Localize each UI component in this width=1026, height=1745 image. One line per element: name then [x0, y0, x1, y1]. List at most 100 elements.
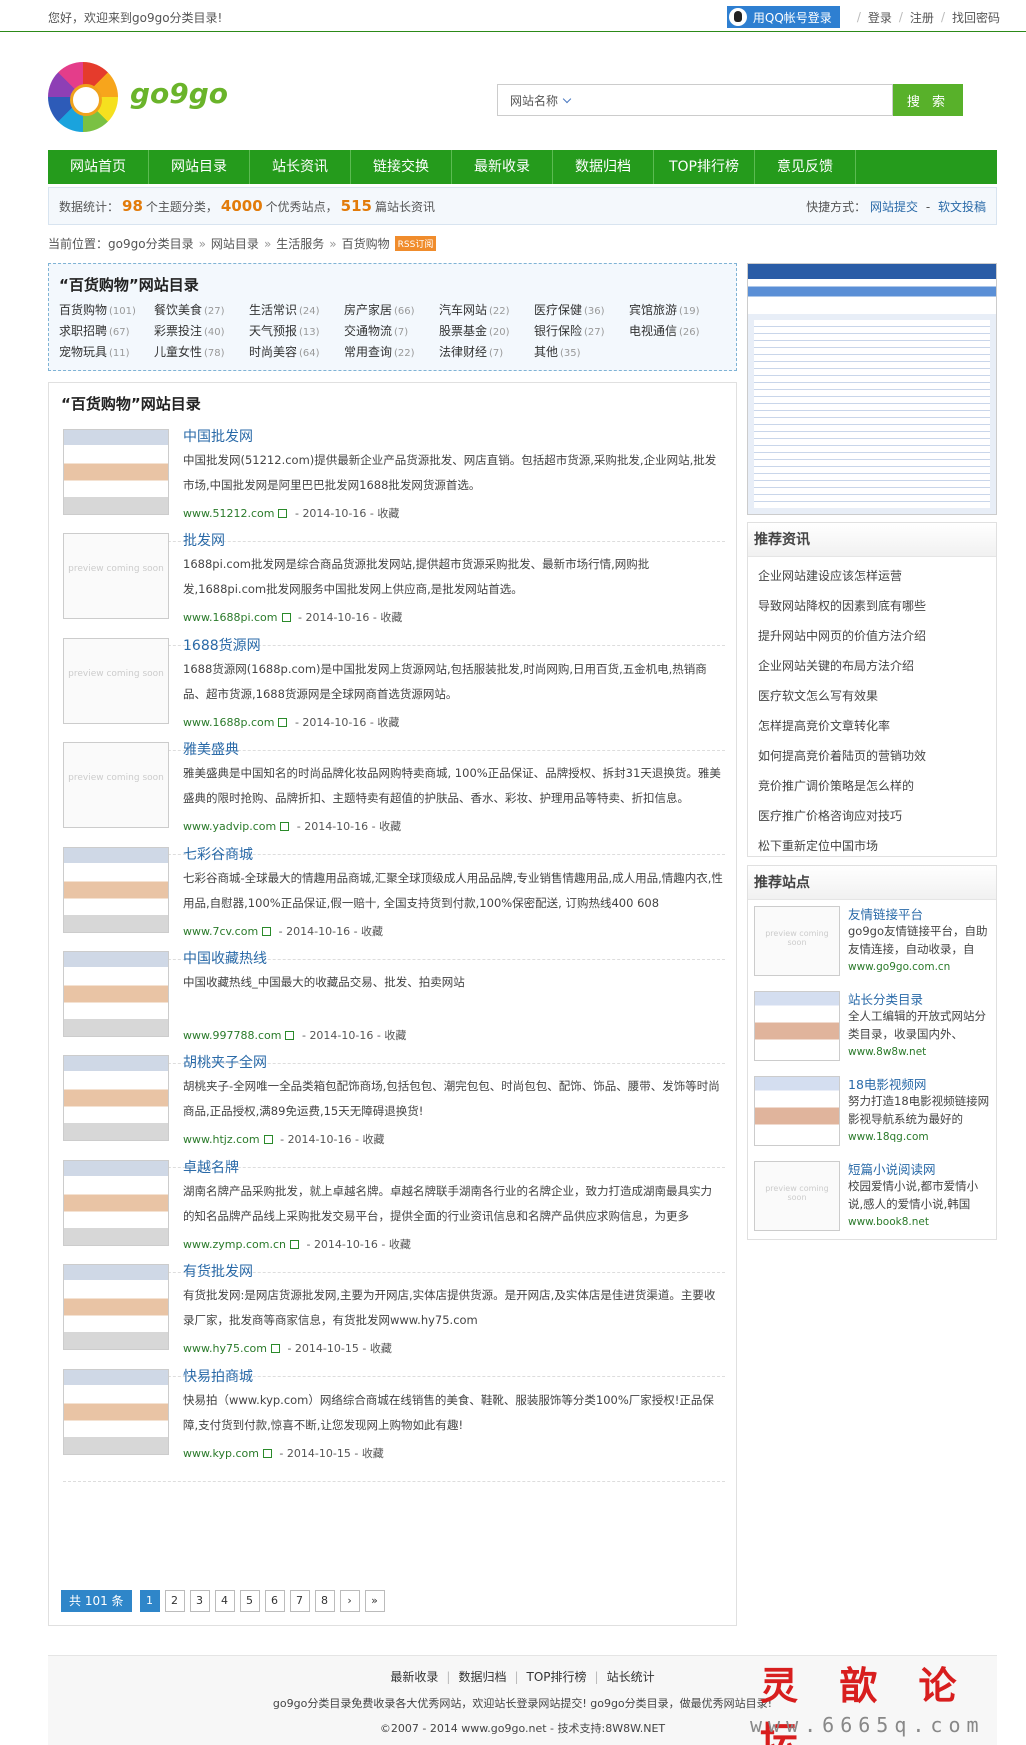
site-title-link[interactable]: 中国批发网 [183, 426, 253, 446]
forgot-password-link[interactable]: 找回密码 [952, 9, 1000, 26]
site-title-link[interactable]: 批发网 [183, 530, 225, 550]
page-button[interactable]: 7 [289, 1590, 310, 1612]
category-link[interactable]: 房产家居 (66) [344, 301, 439, 318]
site-thumbnail[interactable] [754, 1076, 840, 1146]
category-link[interactable]: 其他 (35) [534, 343, 629, 360]
recommended-site-name[interactable]: 站长分类目录 [848, 989, 923, 1008]
search-input[interactable] [579, 84, 893, 116]
page-button[interactable]: 5 [239, 1590, 260, 1612]
collect-link[interactable]: 收藏 [361, 925, 383, 938]
news-item[interactable]: 医疗软文怎么写有效果 [758, 681, 996, 711]
category-link[interactable]: 时尚美容 (64) [249, 343, 344, 360]
site-title-link[interactable]: 快易拍商城 [183, 1366, 253, 1386]
external-link-icon[interactable] [278, 717, 288, 727]
site-url-link[interactable]: www.51212.com [183, 507, 274, 520]
collect-link[interactable]: 收藏 [362, 1133, 384, 1146]
site-thumbnail[interactable]: preview coming soon [754, 1161, 840, 1231]
site-thumbnail[interactable] [63, 951, 169, 1037]
footer-link[interactable]: 数据归档 [458, 1670, 506, 1684]
category-link[interactable]: 彩票投注 (40) [154, 322, 249, 339]
rss-badge[interactable]: RSS订阅 [394, 236, 437, 251]
register-link[interactable]: 注册 [910, 9, 934, 26]
external-link-icon[interactable] [289, 1239, 299, 1249]
page-button[interactable]: 4 [214, 1590, 235, 1612]
external-link-icon[interactable] [262, 926, 272, 936]
site-url-link[interactable]: www.hy75.com [183, 1342, 267, 1355]
recommended-site-name[interactable]: 短篇小说阅读网 [848, 1159, 936, 1178]
collect-link[interactable]: 收藏 [380, 611, 402, 624]
nav-item[interactable]: 站长资讯 [250, 150, 351, 184]
site-url-link[interactable]: www.997788.com [183, 1029, 281, 1042]
site-thumbnail[interactable] [754, 991, 840, 1061]
footer-link[interactable]: TOP排行榜 [527, 1670, 587, 1684]
nav-item[interactable]: 最新收录 [452, 150, 553, 184]
search-button[interactable]: 搜 索 [893, 84, 963, 116]
external-link-icon[interactable] [281, 613, 291, 623]
search-category-select[interactable]: 网站名称 [497, 84, 579, 116]
recommended-site-url[interactable]: www.18qg.com [848, 1131, 929, 1143]
category-link[interactable]: 法律财经 (7) [439, 343, 534, 360]
recommended-site-url[interactable]: www.go9go.com.cn [848, 961, 950, 973]
site-url-link[interactable]: www.kyp.com [183, 1447, 259, 1460]
site-url-link[interactable]: www.yadvip.com [183, 820, 276, 833]
category-link[interactable]: 求职招聘 (67) [59, 322, 154, 339]
nav-item[interactable]: 数据归档 [553, 150, 654, 184]
collect-link[interactable]: 收藏 [370, 1342, 392, 1355]
category-link[interactable]: 儿童女性 (78) [154, 343, 249, 360]
external-link-icon[interactable] [263, 1135, 273, 1145]
nav-item[interactable]: 意见反馈 [755, 150, 856, 184]
site-url-link[interactable]: www.7cv.com [183, 925, 258, 938]
news-item[interactable]: 医疗推广价格咨询应对技巧 [758, 801, 996, 831]
site-title-link[interactable]: 1688货源网 [183, 635, 261, 655]
news-item[interactable]: 企业网站建设应该怎样运营 [758, 561, 996, 591]
category-link[interactable]: 交通物流 (7) [344, 322, 439, 339]
news-item[interactable]: 企业网站关键的布局方法介绍 [758, 651, 996, 681]
footer-link[interactable]: 最新收录 [390, 1670, 438, 1684]
site-url-link[interactable]: www.htjz.com [183, 1133, 260, 1146]
collect-link[interactable]: 收藏 [384, 1029, 406, 1042]
news-item[interactable]: 怎样提高竞价文章转化率 [758, 711, 996, 741]
site-url-link[interactable]: www.1688pi.com [183, 611, 278, 624]
site-thumbnail[interactable] [63, 1159, 169, 1246]
site-thumbnail[interactable] [63, 846, 169, 933]
category-link[interactable]: 医疗保健 (36) [534, 301, 629, 318]
login-link[interactable]: 登录 [868, 9, 892, 26]
category-link[interactable]: 宾馆旅游 (19) [629, 301, 724, 318]
page-button[interactable]: 2 [164, 1590, 185, 1612]
breadcrumb-item[interactable]: 生活服务 [276, 235, 324, 252]
next-page-button[interactable]: › [339, 1590, 360, 1612]
site-title-link[interactable]: 中国收藏热线 [183, 948, 267, 968]
category-link[interactable]: 天气预报 (13) [249, 322, 344, 339]
site-thumbnail[interactable] [63, 1055, 169, 1142]
news-item[interactable]: 如何提高竞价着陆页的营销功效 [758, 741, 996, 771]
external-link-icon[interactable] [280, 822, 290, 832]
site-thumbnail[interactable] [63, 1264, 169, 1351]
category-link[interactable]: 常用查询 (22) [344, 343, 439, 360]
qq-login-button[interactable]: 用QQ帐号登录 [726, 6, 840, 28]
recommended-site-name[interactable]: 18电影视频网 [848, 1074, 926, 1093]
recommended-site-url[interactable]: www.8w8w.net [848, 1046, 926, 1058]
category-link[interactable]: 生活常识 (24) [249, 301, 344, 318]
category-link[interactable]: 电视通信 (26) [629, 322, 724, 339]
page-button[interactable]: 1 [139, 1590, 160, 1612]
site-title-link[interactable]: 七彩谷商城 [183, 844, 253, 864]
nav-item[interactable]: TOP排行榜 [654, 150, 755, 184]
collect-link[interactable]: 收藏 [377, 507, 399, 520]
recommended-site-name[interactable]: 友情链接平台 [848, 904, 923, 923]
site-thumbnail[interactable] [63, 1368, 169, 1455]
collect-link[interactable]: 收藏 [379, 820, 401, 833]
site-title-link[interactable]: 有货批发网 [183, 1261, 253, 1281]
category-link[interactable]: 汽车网站 (22) [439, 301, 534, 318]
nav-item[interactable]: 网站目录 [149, 150, 250, 184]
site-url-link[interactable]: www.1688p.com [183, 716, 274, 729]
last-page-button[interactable]: » [364, 1590, 385, 1612]
breadcrumb-item[interactable]: 百货购物 [342, 235, 390, 252]
external-link-icon[interactable] [262, 1448, 272, 1458]
site-thumbnail[interactable]: preview coming soon [63, 533, 169, 620]
recommended-site-url[interactable]: www.book8.net [848, 1216, 929, 1228]
news-item[interactable]: 松下重新定位中国市场 [758, 831, 996, 861]
page-button[interactable]: 8 [314, 1590, 335, 1612]
collect-link[interactable]: 收藏 [389, 1238, 411, 1251]
footer-link[interactable]: 站长统计 [607, 1670, 655, 1684]
external-link-icon[interactable] [278, 509, 288, 518]
